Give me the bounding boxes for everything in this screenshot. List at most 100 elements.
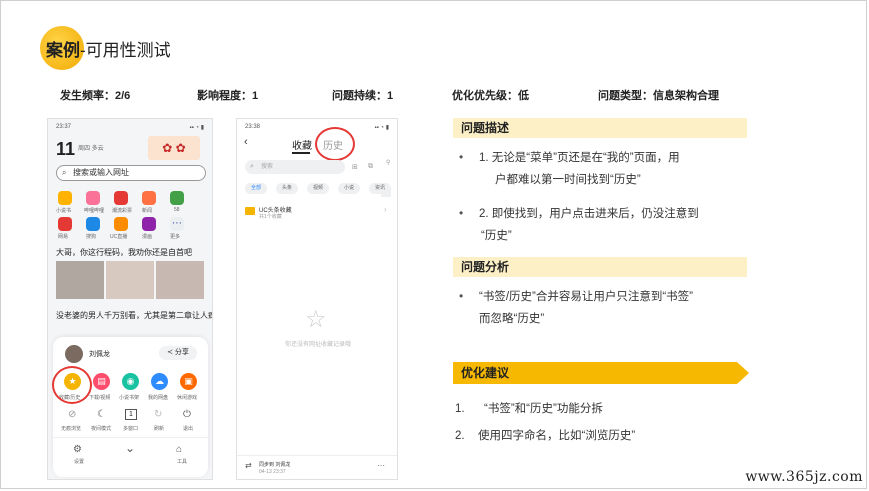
chip[interactable]: 小说 [338, 183, 360, 194]
optimize-item-1: “书签”和“历史”功能分拆 [484, 403, 603, 415]
watermark: www.365jz.com [745, 469, 863, 485]
app-label: 漫画 [142, 234, 153, 240]
app-label: 网易 [58, 234, 69, 240]
app-icon[interactable] [142, 217, 156, 231]
filter-icon[interactable]: ⚲ [386, 159, 390, 166]
share-label: 分享 [174, 349, 189, 356]
news-thumbnail[interactable] [106, 261, 154, 299]
menu-label: 夜间模式 [91, 426, 112, 432]
app-label: 搜狗 [86, 234, 97, 240]
search-icon: ⌕ [250, 163, 254, 170]
folder-sub: 共1个收藏 [259, 214, 282, 220]
menu-label: 小说书架 [119, 395, 140, 401]
more-apps-icon[interactable]: ⋯ [170, 217, 184, 231]
news-title[interactable]: 没老婆的男人千万别看，尤其是第二章让人疯狂尖叫，盼你停不下来 [56, 310, 212, 321]
share-icon: ≺ [167, 349, 175, 356]
news-thumbnail[interactable] [56, 261, 104, 299]
app-icon[interactable] [86, 191, 100, 205]
exit-icon[interactable]: ⏻ [183, 409, 191, 420]
app-label: UC直播 [110, 234, 128, 240]
menu-label: 休闲游戏 [177, 395, 198, 401]
page-title: 案例-可用性测试 [46, 41, 171, 60]
search-input[interactable]: ⌕ 搜索 [245, 160, 345, 174]
window-count[interactable]: 1 [125, 409, 137, 420]
back-icon[interactable]: ‹ [244, 136, 248, 148]
folder-icon [245, 207, 255, 215]
search-icon: ⌕ [62, 168, 67, 177]
status-icons: ▪▪ ◔ ▮ [189, 125, 204, 131]
empty-star-icon: ☆ [305, 306, 327, 333]
app-icon[interactable] [142, 191, 156, 205]
app-icon[interactable] [170, 191, 184, 205]
chip-all[interactable]: 全部 [245, 183, 267, 194]
app-icon[interactable] [114, 217, 128, 231]
cloud-icon[interactable]: ☁ [151, 373, 168, 390]
avatar[interactable] [65, 345, 83, 363]
search-placeholder: 搜索或输入网址 [73, 168, 129, 177]
search-input[interactable]: ⌕ 搜索或输入网址 [56, 165, 206, 181]
app-label: 58 [174, 207, 180, 213]
chevron-down-icon[interactable]: ⌄ [125, 441, 135, 455]
divider [237, 455, 397, 456]
search-placeholder: 搜索 [261, 164, 274, 170]
tab-favorites[interactable]: 收藏 [292, 137, 312, 152]
novel-icon[interactable]: ◉ [122, 373, 139, 390]
toolbox-icon[interactable]: ⌂ [176, 444, 182, 455]
optimize-heading: 优化建议 [453, 362, 749, 384]
download-icon[interactable]: ▤ [93, 373, 110, 390]
festival-banner[interactable]: ✿ ✿ [148, 136, 200, 160]
bullet: • [459, 150, 464, 164]
menu-label: 退出 [183, 426, 194, 432]
empty-text: 你还没有网址收藏记录哦 [284, 342, 351, 348]
share-button[interactable]: ≺ 分享 [159, 346, 197, 360]
active-tab-indicator [292, 152, 310, 154]
problem-item-1: 1. 无论是“菜单”页还是在“我的”页面，用 户都难以第一时间找到“历史” [479, 152, 680, 186]
add-folder-icon[interactable]: ⊞ [352, 163, 358, 171]
menu-label: 刷新 [154, 426, 165, 432]
menu-label: 我的网盘 [148, 395, 169, 401]
refresh-icon[interactable]: ↻ [154, 409, 162, 420]
night-mode-icon[interactable]: ☾ [97, 409, 106, 420]
app-icon[interactable] [114, 191, 128, 205]
highlight-circle [52, 366, 92, 404]
news-title[interactable]: 大哥，你这行程码，我劝你还是自首吧 [56, 247, 192, 258]
problem-item-2: 2. 即使找到，用户点击进来后，仍没注意到 “历史” [479, 208, 699, 242]
bullet: • [459, 206, 464, 220]
news-thumbnail[interactable] [156, 261, 204, 299]
chip[interactable]: 头条 [276, 183, 298, 194]
app-icon[interactable] [86, 217, 100, 231]
manage-icon[interactable]: ⧉ [368, 163, 373, 171]
status-time: 23:37 [56, 124, 72, 130]
meta-priority: 优化优先级：低 [452, 90, 529, 102]
meta-type: 问题类型：信息架构合理 [598, 90, 719, 102]
optimize-num-2: 2. [455, 430, 465, 442]
meta-impact: 影响程度：1 [197, 90, 259, 102]
optimize-num-1: 1. [455, 403, 465, 415]
analysis-heading: 问题分析 [453, 257, 747, 277]
menu-sheet: 刘佩龙 ≺ 分享 ★ ▤ ◉ ☁ ▣ 收藏/历史 下载/视频 小说书架 我的网盘… [53, 337, 208, 477]
menu-label: 多窗口 [123, 426, 139, 432]
chip[interactable]: 视频 [307, 183, 329, 194]
app-icon[interactable] [58, 217, 72, 231]
app-label: 小说书 [56, 208, 72, 214]
app-label: 更多 [170, 234, 181, 240]
settings-icon[interactable]: ⚙ [73, 444, 82, 455]
chip[interactable]: 资讯 [369, 183, 391, 194]
app-label: 潮流彩票 [112, 208, 133, 214]
meta-duration: 问题持续：1 [332, 90, 394, 102]
incognito-icon[interactable]: ⊘ [68, 409, 76, 420]
app-icon[interactable] [58, 191, 72, 205]
status-icons: ▪▪ ◔ ▮ [374, 125, 389, 131]
tools-label: 工具 [177, 459, 188, 465]
sync-time: 04-13 23:37 [259, 469, 286, 475]
date-text: 周四 多云 [78, 146, 104, 152]
bullet: • [459, 289, 464, 303]
game-icon[interactable]: ▣ [180, 373, 197, 390]
settings-label: 设置 [74, 459, 85, 465]
more-options-icon[interactable]: ⋯ [377, 461, 385, 470]
highlight-circle [315, 127, 355, 161]
date-day: 11 [56, 139, 76, 159]
user-name: 刘佩龙 [89, 351, 110, 358]
chevron-right-icon[interactable]: › [384, 205, 387, 214]
analysis-item-1: “书签/历史”合并容易让用户只注意到“书签” 而忽略“历史” [479, 291, 694, 325]
